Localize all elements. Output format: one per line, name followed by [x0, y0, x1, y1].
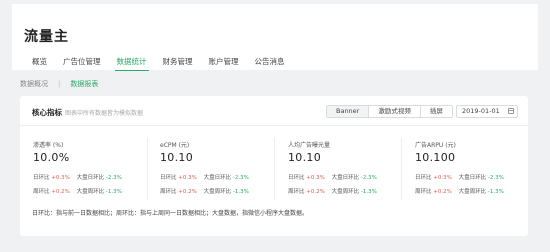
weekly-value: +0.2%: [433, 189, 452, 195]
daily-value: +0.3%: [433, 175, 452, 181]
metric-daily-row: 日环比 +0.3% 大盘日环比 -2.3%: [160, 173, 274, 181]
market-daily-label: 大盘日环比: [76, 175, 105, 181]
nav-item-account[interactable]: 账户管理: [201, 57, 247, 71]
market-daily-value: -2.3%: [105, 175, 122, 181]
core-metrics-card: 核心指标 图表中所有数据皆为模拟数据 Banner 激励式视频 插屏 2019-…: [20, 96, 528, 236]
segment-rewarded-video[interactable]: 激励式视频: [368, 106, 420, 117]
footnote: 日环比：指与前一日数据相比；周环比：指与上周同一日数据相比；大盘数据，指微信小程…: [32, 210, 309, 217]
card-title: 核心指标: [32, 108, 62, 117]
market-daily-label: 大盘日环比: [458, 175, 487, 181]
metric-label: 人均广告曝光量: [288, 142, 331, 149]
metric-value: 10.10: [288, 151, 321, 164]
nav-item-announcements[interactable]: 公告消息: [247, 57, 293, 71]
metric-label: 广告ARPU (元): [415, 142, 456, 149]
weekly-label: 周环比: [33, 189, 50, 195]
daily-value: +0.3%: [306, 175, 325, 181]
market-daily-label: 大盘日环比: [203, 175, 232, 181]
metric-label: eCPM (元): [160, 142, 190, 149]
header: 流量主 概览 广告位管理 数据统计 财务管理 账户管理 公告消息: [12, 4, 538, 71]
subnav-separator: |: [58, 80, 61, 88]
subnav-data-overview[interactable]: 数据概况: [20, 79, 48, 89]
card-subtitle: 图表中所有数据皆为模拟数据: [65, 110, 144, 117]
metric-value: 10.100: [415, 151, 456, 164]
market-daily-value: -2.3%: [487, 175, 504, 181]
subnav-data-report[interactable]: 数据报表: [70, 79, 98, 89]
ad-type-segmented-control: Banner 激励式视频 插屏: [326, 105, 453, 118]
app-title: 流量主: [24, 29, 69, 45]
market-daily-value: -2.3%: [360, 175, 377, 181]
metrics-row: 渗透率 (%) 10.0% 日环比 +0.3% 大盘日环比 -2.3% 周环比 …: [20, 138, 528, 200]
market-weekly-label: 大盘周环比: [458, 189, 487, 195]
daily-label: 日环比: [288, 175, 305, 181]
market-weekly-value: -1.3%: [360, 189, 377, 195]
metric-label: 渗透率 (%): [33, 142, 64, 149]
nav-item-ad-slots[interactable]: 广告位管理: [55, 57, 109, 71]
weekly-label: 周环比: [288, 189, 305, 195]
card-header: 核心指标 图表中所有数据皆为模拟数据 Banner 激励式视频 插屏 2019-…: [20, 96, 528, 126]
weekly-value: +0.2%: [178, 189, 197, 195]
metric-exposure-per-user: 人均广告曝光量 10.10 日环比 +0.3% 大盘日环比 -2.3% 周环比 …: [274, 138, 401, 200]
date-value: 2019-01-01: [462, 107, 500, 115]
metric-daily-row: 日环比 +0.3% 大盘日环比 -2.3%: [288, 173, 401, 181]
market-weekly-value: -1.3%: [232, 189, 249, 195]
market-daily-label: 大盘日环比: [331, 175, 360, 181]
metric-ecpm: eCPM (元) 10.10 日环比 +0.3% 大盘日环比 -2.3% 周环比…: [147, 138, 274, 200]
daily-label: 日环比: [160, 175, 177, 181]
segment-banner[interactable]: Banner: [327, 106, 369, 117]
nav-item-data-stats[interactable]: 数据统计: [109, 57, 155, 71]
market-weekly-label: 大盘周环比: [203, 189, 232, 195]
market-daily-value: -2.3%: [232, 175, 249, 181]
market-weekly-value: -1.3%: [105, 189, 122, 195]
metric-weekly-row: 周环比 +0.2% 大盘周环比 -1.3%: [33, 187, 147, 195]
daily-label: 日环比: [415, 175, 432, 181]
metric-penetration: 渗透率 (%) 10.0% 日环比 +0.3% 大盘日环比 -2.3% 周环比 …: [20, 138, 147, 200]
sub-nav: 数据概况 | 数据报表: [20, 79, 98, 89]
nav-item-overview[interactable]: 概览: [24, 57, 55, 71]
daily-value: +0.3%: [178, 175, 197, 181]
metric-weekly-row: 周环比 +0.2% 大盘周环比 -1.3%: [288, 187, 401, 195]
segment-interstitial[interactable]: 插屏: [419, 106, 452, 117]
calendar-icon: [508, 108, 514, 114]
metric-value: 10.10: [160, 151, 193, 164]
market-weekly-value: -1.3%: [487, 189, 504, 195]
metric-daily-row: 日环比 +0.3% 大盘日环比 -2.3%: [415, 173, 528, 181]
market-weekly-label: 大盘周环比: [331, 189, 360, 195]
daily-label: 日环比: [33, 175, 50, 181]
metric-value: 10.0%: [33, 151, 70, 164]
weekly-value: +0.2%: [51, 189, 70, 195]
metric-weekly-row: 周环比 +0.2% 大盘周环比 -1.3%: [415, 187, 528, 195]
page: 流量主 概览 广告位管理 数据统计 财务管理 账户管理 公告消息 数据概况 | …: [0, 0, 550, 252]
daily-value: +0.3%: [51, 175, 70, 181]
market-weekly-label: 大盘周环比: [76, 189, 105, 195]
weekly-label: 周环比: [415, 189, 432, 195]
weekly-label: 周环比: [160, 189, 177, 195]
nav-item-finance[interactable]: 财务管理: [155, 57, 201, 71]
metric-ad-arpu: 广告ARPU (元) 10.100 日环比 +0.3% 大盘日环比 -2.3% …: [401, 138, 528, 200]
date-picker[interactable]: 2019-01-01: [456, 105, 518, 118]
metric-weekly-row: 周环比 +0.2% 大盘周环比 -1.3%: [160, 187, 274, 195]
top-nav: 概览 广告位管理 数据统计 财务管理 账户管理 公告消息: [24, 57, 293, 71]
weekly-value: +0.2%: [306, 189, 325, 195]
metric-daily-row: 日环比 +0.3% 大盘日环比 -2.3%: [33, 173, 147, 181]
